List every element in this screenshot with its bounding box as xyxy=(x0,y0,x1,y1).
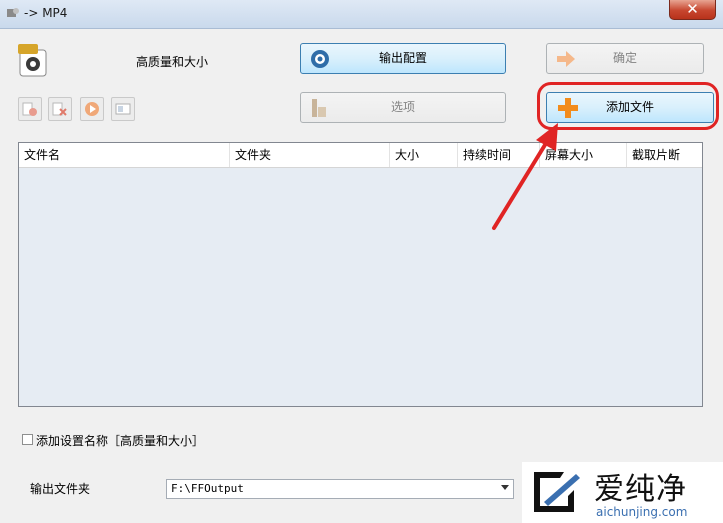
file-list-table[interactable]: 文件名 文件夹 大小 持续时间 屏幕大小 截取片断 xyxy=(18,142,703,407)
play-icon xyxy=(85,102,99,116)
watermark-url: aichunjing.com xyxy=(596,505,688,519)
title-bar: -> MP4 ✕ xyxy=(0,0,723,29)
table-header: 文件名 文件夹 大小 持续时间 屏幕大小 截取片断 xyxy=(19,143,702,168)
column-header-folder[interactable]: 文件夹 xyxy=(230,143,390,167)
output-folder-label: 输出文件夹 xyxy=(30,482,91,496)
play-tool[interactable] xyxy=(80,97,104,121)
film-edit-icon xyxy=(312,99,326,117)
chevron-down-icon[interactable] xyxy=(501,485,509,490)
watermark-title: 爱纯净 xyxy=(594,472,687,507)
window-title: -> MP4 xyxy=(24,6,68,20)
column-header-filename[interactable]: 文件名 xyxy=(19,143,230,167)
clear-list-icon xyxy=(52,102,67,116)
column-header-size[interactable]: 大小 xyxy=(390,143,458,167)
ok-button[interactable]: 确定 xyxy=(546,43,704,74)
annotation-arrow-icon xyxy=(492,123,558,230)
media-info-icon xyxy=(115,103,131,115)
output-folder-value: F:\FFOutput xyxy=(171,482,244,495)
arrow-right-icon xyxy=(557,51,575,67)
remove-item-icon xyxy=(22,102,37,116)
settings-gear-icon xyxy=(311,50,329,68)
close-icon: ✕ xyxy=(686,0,699,18)
watermark: 爱纯净 aichunjing.com xyxy=(522,462,723,523)
add-setting-name-checkbox[interactable] xyxy=(22,434,33,445)
close-button[interactable]: ✕ xyxy=(669,0,716,20)
app-icon xyxy=(7,8,19,17)
site-logo-icon xyxy=(534,472,580,512)
remove-item-tool[interactable] xyxy=(18,97,42,121)
options-button[interactable]: 选项 xyxy=(300,92,506,123)
media-info-tool[interactable] xyxy=(111,97,135,121)
mp4-format-icon xyxy=(18,44,47,77)
column-header-clip[interactable]: 截取片断 xyxy=(627,143,702,167)
preset-quality-label: 高质量和大小 xyxy=(136,55,209,69)
output-config-label: 输出配置 xyxy=(378,51,427,65)
output-config-button[interactable]: 输出配置 xyxy=(300,43,506,74)
output-folder-select[interactable]: F:\FFOutput xyxy=(166,479,514,499)
add-setting-name-label[interactable]: 添加设置名称［高质量和大小］ xyxy=(36,432,204,449)
clear-list-tool[interactable] xyxy=(48,97,72,121)
options-label: 选项 xyxy=(390,100,415,114)
